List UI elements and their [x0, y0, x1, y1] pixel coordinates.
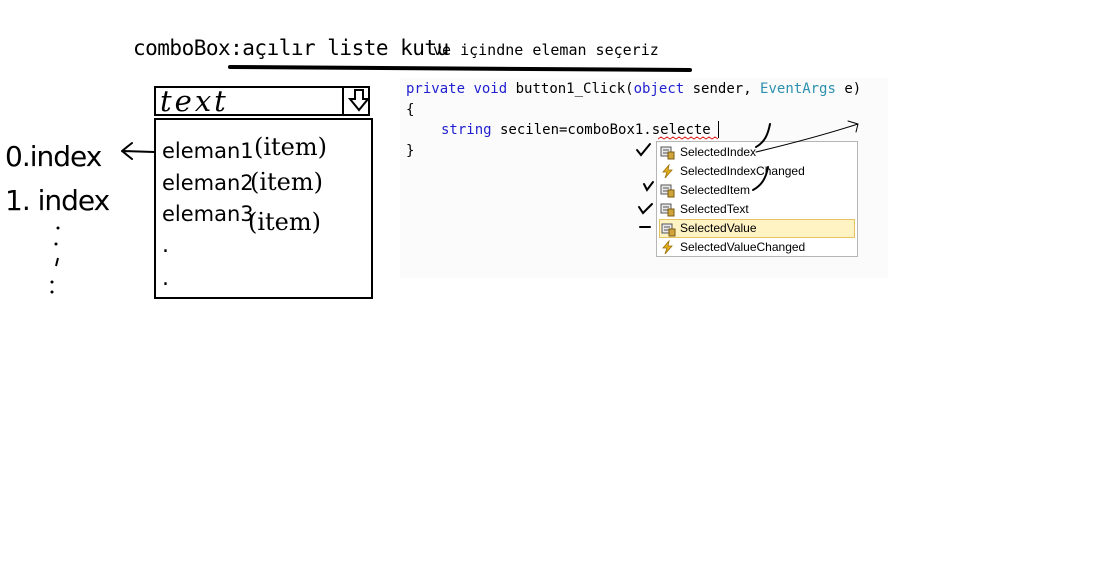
keyword-void: void — [473, 81, 508, 97]
method-name: button1_Click( — [507, 81, 634, 97]
keyword-string: string — [441, 122, 492, 138]
index-arrow — [121, 142, 155, 160]
code-line-signature: private void button1_Click(object sender… — [406, 81, 861, 97]
code-close-brace: } — [406, 143, 415, 159]
combobox-dropdown-button[interactable] — [342, 86, 371, 116]
param-e: e) — [835, 81, 862, 97]
list-item-note: (item) — [248, 208, 322, 236]
list-item-note: (item) — [254, 133, 328, 161]
combobox-text: text — [160, 84, 229, 118]
event-icon — [662, 240, 673, 255]
title-sub: ve içindne eleman seçeriz — [433, 41, 659, 59]
keyword-private: private — [406, 81, 466, 97]
type-eventargs: EventArgs — [760, 81, 836, 97]
check-icon — [636, 143, 651, 157]
intellisense-item-selectedvaluechanged[interactable]: SelectedValueChanged — [659, 238, 855, 257]
list-item-label[interactable]: eleman2 — [162, 171, 254, 195]
keyword-object: object — [633, 81, 685, 97]
code-open-brace: { — [406, 102, 415, 118]
index-label-0: 0.index — [5, 140, 102, 173]
intellisense-item-label: SelectedValueChanged — [680, 240, 806, 254]
arrow-icon — [755, 120, 859, 153]
list-item-label[interactable]: eleman3 — [162, 202, 254, 226]
title-underline — [228, 65, 692, 72]
title-main: comboBox:açılır liste kutu — [133, 36, 449, 60]
check-icon — [638, 203, 653, 215]
list-item-note: (item) — [250, 168, 324, 196]
param-sender: sender, — [684, 81, 761, 97]
index-continuation-dots — [50, 226, 60, 294]
handdrawn-marks — [636, 120, 859, 228]
list-ellipsis-dot: . — [162, 233, 169, 258]
list-ellipsis-dot: . — [162, 266, 169, 291]
list-item-label[interactable]: eleman1 — [162, 139, 254, 163]
index-label-1: 1. index — [5, 184, 110, 217]
check-icon — [643, 181, 654, 192]
down-arrow-icon — [347, 89, 371, 112]
